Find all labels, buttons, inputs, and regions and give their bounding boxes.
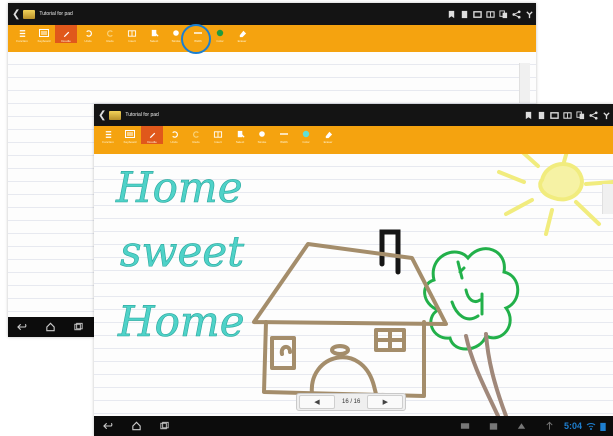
- color-dot-icon: [301, 129, 311, 139]
- undo-icon: [83, 28, 93, 38]
- pen-icon: [61, 28, 71, 38]
- tool-undo[interactable]: Undo: [77, 25, 99, 43]
- redo-icon: [105, 28, 115, 38]
- layout-icon[interactable]: [484, 10, 497, 19]
- tool-bar: Function Keyboard Doodle Undo Redo Inser…: [8, 25, 536, 52]
- tree-doodle: [423, 247, 520, 351]
- tool-doodle[interactable]: Doodle: [141, 126, 163, 144]
- sun-doodle: [497, 154, 613, 236]
- tool-insert[interactable]: Insert: [207, 126, 229, 144]
- export-icon[interactable]: [548, 111, 561, 120]
- tool-bar-front: Function Keyboard Doodle Undo Redo Inser…: [94, 126, 613, 154]
- tool-redo[interactable]: Redo: [185, 126, 207, 144]
- page-scroll-handle[interactable]: [519, 63, 530, 103]
- back-chevron-icon[interactable]: ❮: [12, 9, 20, 20]
- back-chevron-icon[interactable]: ❮: [98, 110, 106, 121]
- page-icon[interactable]: [535, 111, 548, 120]
- tool-insert[interactable]: Insert: [121, 25, 143, 43]
- back-icon[interactable]: [8, 322, 36, 332]
- tool-function[interactable]: Function: [11, 25, 33, 43]
- doodle-drawing: Home sweet Home: [115, 154, 613, 416]
- wifi-icon: [586, 423, 596, 430]
- handwriting-doodle: Home sweet Home: [115, 163, 245, 347]
- title-bar-front: ❮ Tutorial for pad: [94, 104, 613, 126]
- select-icon: [235, 129, 245, 139]
- notebook-icon: [23, 9, 36, 19]
- title-bar: ❮ Tutorial for pad: [8, 3, 536, 25]
- handwriting-line-3: Home: [117, 297, 245, 346]
- handwriting-line-1: Home: [115, 163, 243, 212]
- recent-apps-icon[interactable]: [64, 322, 92, 332]
- share-icon[interactable]: [587, 110, 600, 120]
- usb-icon: [536, 421, 564, 431]
- menu-icon[interactable]: [600, 111, 613, 120]
- handwriting-line-2: sweet: [120, 227, 244, 276]
- bookmark-icon[interactable]: [522, 111, 535, 120]
- tool-function[interactable]: Function: [97, 126, 119, 144]
- select-tool-highlight-circle: [181, 24, 211, 54]
- width-icon: [279, 129, 289, 139]
- prev-page-button[interactable]: ◀: [299, 395, 335, 409]
- clock: 5:04: [563, 421, 582, 431]
- redo-icon: [191, 129, 201, 139]
- keyboard-icon: [125, 129, 135, 139]
- tool-eraser[interactable]: Eraser: [231, 25, 253, 43]
- tool-keyboard[interactable]: Keyboard: [33, 25, 55, 43]
- tool-undo[interactable]: Undo: [163, 126, 185, 144]
- doodle-screen: ❮ Tutorial for pad Function Keyboard Doo…: [94, 104, 613, 436]
- stroke-dot-icon: [257, 129, 267, 139]
- tool-doodle[interactable]: Doodle: [55, 25, 77, 43]
- next-page-button[interactable]: ▶: [367, 395, 404, 409]
- tool-select[interactable]: Select: [229, 126, 251, 144]
- export-icon[interactable]: [471, 10, 484, 19]
- tree-trunk-doodle: [464, 332, 508, 416]
- notebook-title: Tutorial for pad: [39, 11, 73, 17]
- page-scroll-handle[interactable]: [602, 184, 613, 214]
- function-icon: [103, 129, 113, 139]
- insert-icon: [127, 28, 137, 38]
- tool-select[interactable]: Select: [143, 25, 165, 43]
- system-nav-bar-front: 5:04: [94, 416, 613, 436]
- tool-keyboard[interactable]: Keyboard: [119, 126, 141, 144]
- copy-icon[interactable]: [497, 9, 510, 19]
- battery-icon: [600, 422, 606, 431]
- tool-color[interactable]: Color: [209, 25, 231, 43]
- bookmark-icon[interactable]: [445, 10, 458, 19]
- tool-redo[interactable]: Redo: [99, 25, 121, 43]
- keyboard-icon: [39, 28, 49, 38]
- recent-apps-icon[interactable]: [150, 421, 178, 431]
- function-icon: [17, 28, 27, 38]
- page-counter: 16 / 16: [342, 399, 361, 405]
- page-navigator: ◀ 16 / 16 ▶: [296, 393, 407, 411]
- layout-icon[interactable]: [561, 111, 574, 120]
- eraser-icon: [323, 129, 333, 139]
- store-icon: [480, 421, 508, 431]
- pen-icon: [147, 129, 157, 139]
- status-area[interactable]: 5:04: [564, 421, 607, 431]
- page-icon[interactable]: [458, 10, 471, 19]
- home-icon[interactable]: [122, 421, 150, 431]
- select-icon: [149, 28, 159, 38]
- tool-eraser[interactable]: Eraser: [317, 126, 339, 144]
- keyboard-status-icon: [508, 421, 536, 431]
- tool-width[interactable]: Width: [273, 126, 295, 144]
- eraser-icon: [237, 28, 247, 38]
- color-dot-icon: [215, 28, 225, 38]
- house-doodle: [252, 242, 448, 398]
- undo-icon: [169, 129, 179, 139]
- insert-icon: [213, 129, 223, 139]
- back-icon[interactable]: [94, 421, 122, 431]
- copy-icon[interactable]: [574, 110, 587, 120]
- notebook-icon: [109, 110, 122, 120]
- notebook-title-front: Tutorial for pad: [125, 112, 159, 118]
- home-icon[interactable]: [36, 322, 64, 332]
- gallery-icon: [452, 421, 480, 431]
- tool-stroke[interactable]: Stroke: [251, 126, 273, 144]
- stroke-dot-icon: [171, 28, 181, 38]
- menu-icon[interactable]: [523, 10, 536, 19]
- chimney-doodle: [379, 229, 401, 275]
- tool-color[interactable]: Color: [295, 126, 317, 144]
- share-icon[interactable]: [510, 9, 523, 19]
